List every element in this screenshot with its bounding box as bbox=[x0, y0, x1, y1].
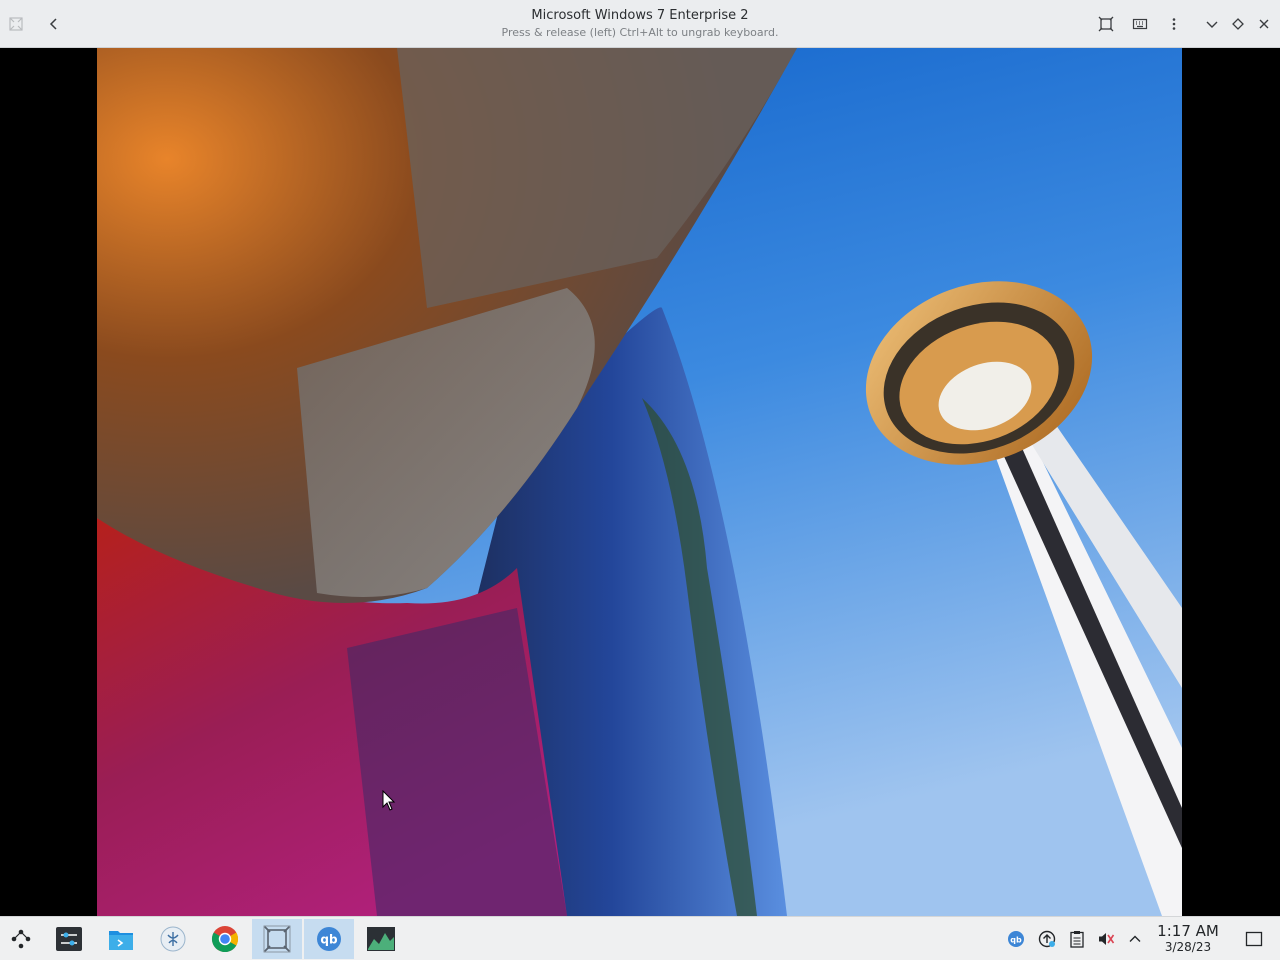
clock-time: 1:17 AM bbox=[1157, 922, 1219, 940]
qbittorrent-tray-icon[interactable]: qb bbox=[1006, 929, 1026, 949]
system-monitor-icon[interactable] bbox=[356, 919, 406, 959]
kebab-menu-icon[interactable] bbox=[1160, 10, 1188, 38]
fit-window-icon[interactable] bbox=[1092, 10, 1120, 38]
vm-display[interactable] bbox=[0, 48, 1280, 916]
file-manager-icon[interactable] bbox=[96, 919, 146, 959]
application-launcher-icon[interactable] bbox=[0, 919, 46, 959]
virtual-machine-manager-icon[interactable] bbox=[252, 919, 302, 959]
window-subtitle: Press & release (left) Ctrl+Alt to ungra… bbox=[501, 26, 779, 39]
window-title: Microsoft Windows 7 Enterprise 2 bbox=[531, 8, 749, 23]
volume-muted-icon[interactable] bbox=[1096, 929, 1116, 949]
qbittorrent-icon[interactable]: qb bbox=[304, 919, 354, 959]
keyboard-icon[interactable] bbox=[1126, 10, 1154, 38]
show-hidden-icons-chevron-up-icon[interactable] bbox=[1125, 929, 1145, 949]
window-titlebar: Microsoft Windows 7 Enterprise 2 Press &… bbox=[0, 0, 1280, 48]
mouse-pointer-icon bbox=[382, 790, 396, 811]
window-title-block: Microsoft Windows 7 Enterprise 2 Press &… bbox=[340, 7, 940, 41]
app-menu-icon[interactable] bbox=[2, 10, 30, 38]
system-settings-icon[interactable] bbox=[44, 919, 94, 959]
clipboard-icon[interactable] bbox=[1067, 929, 1087, 949]
discover-store-icon[interactable] bbox=[148, 919, 198, 959]
maximize-icon[interactable] bbox=[1224, 10, 1252, 38]
show-desktop-icon[interactable] bbox=[1244, 929, 1264, 949]
minimize-icon[interactable] bbox=[1198, 10, 1226, 38]
update-notifier-icon[interactable] bbox=[1037, 929, 1057, 949]
clock-date: 3/28/23 bbox=[1164, 940, 1212, 954]
back-arrow-icon[interactable] bbox=[40, 10, 68, 38]
svg-text:qb: qb bbox=[1010, 936, 1022, 945]
guest-desktop-wallpaper[interactable] bbox=[97, 48, 1182, 916]
clock[interactable]: 1:17 AM 3/28/23 bbox=[1152, 922, 1224, 955]
host-taskbar: qb qb 1:17 AM 3/28/23 bbox=[0, 916, 1280, 960]
google-chrome-icon[interactable] bbox=[200, 919, 250, 959]
svg-text:qb: qb bbox=[320, 933, 338, 947]
close-icon[interactable] bbox=[1250, 10, 1278, 38]
